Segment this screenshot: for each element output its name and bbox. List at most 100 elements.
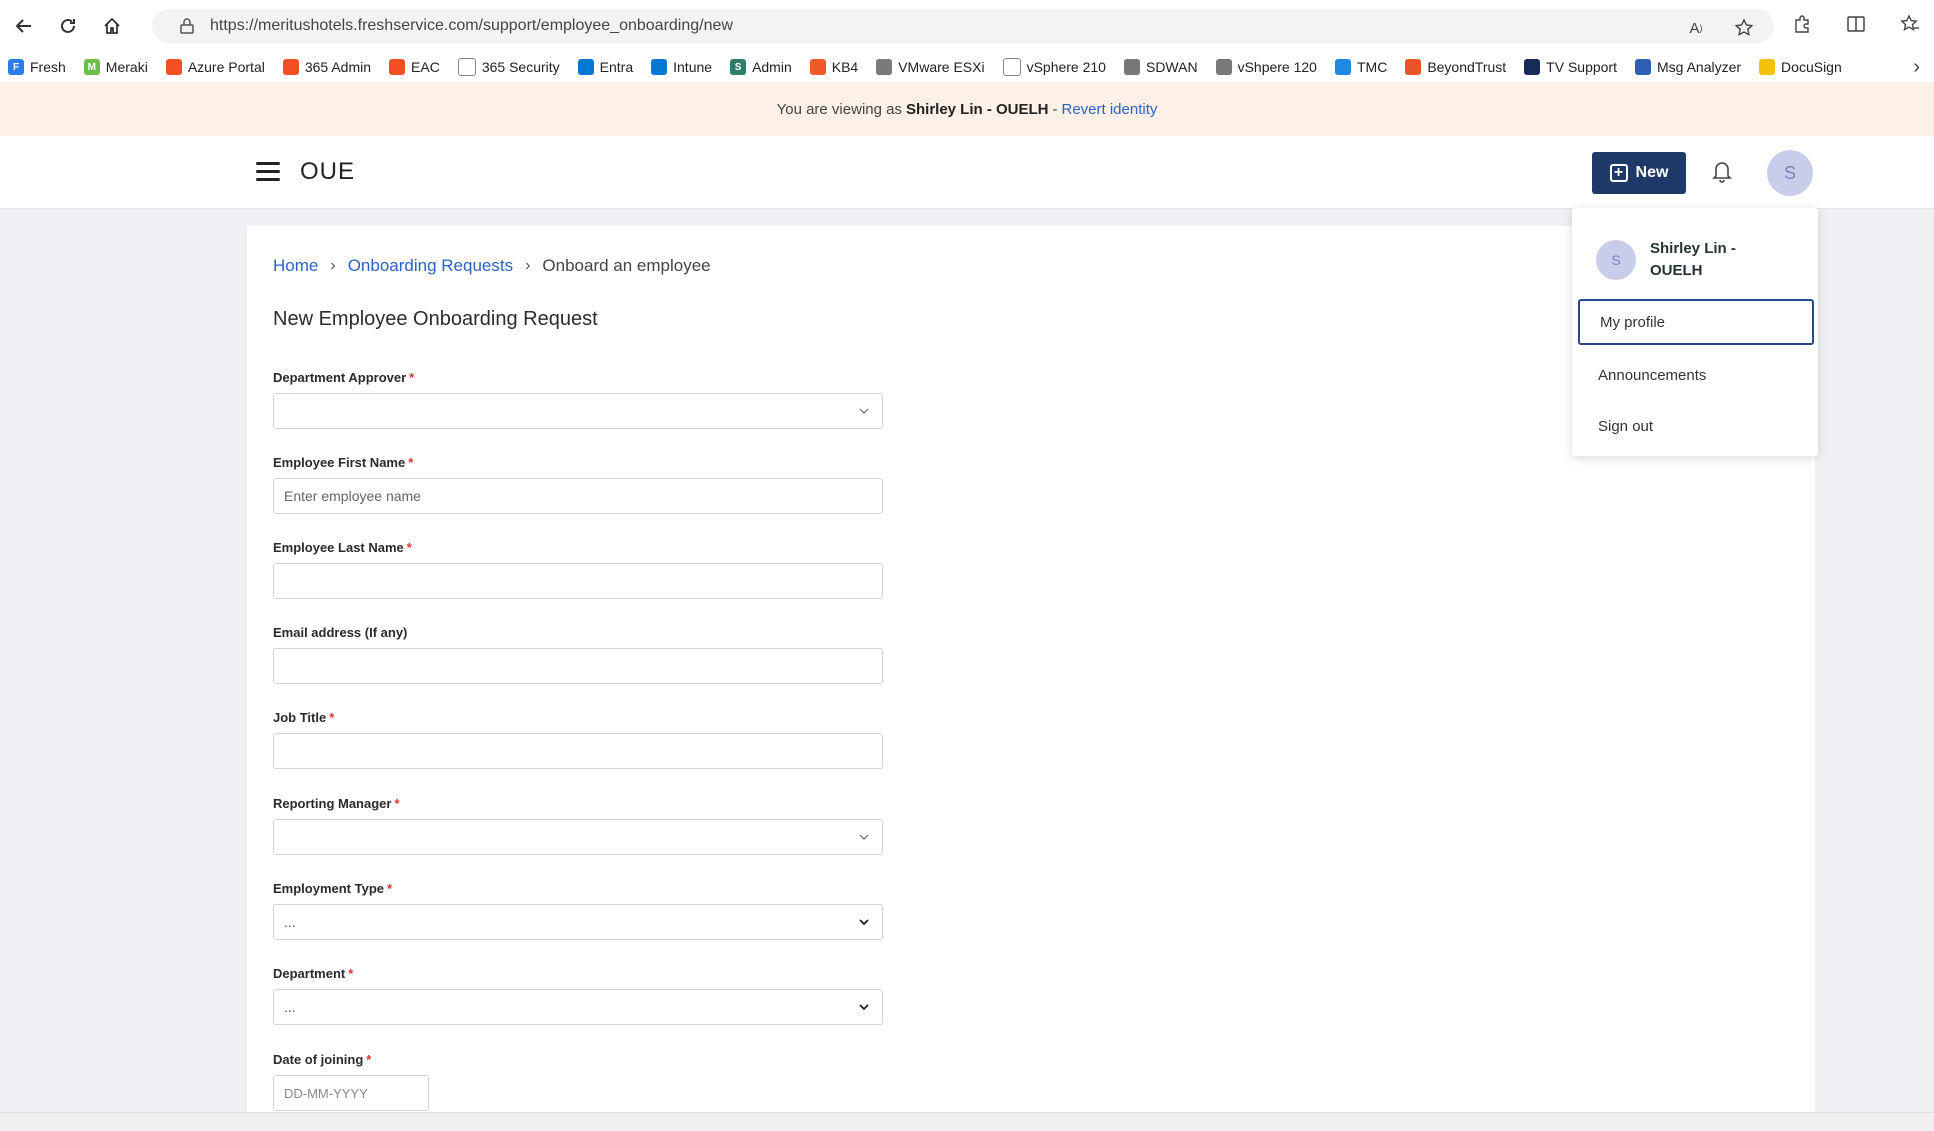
bookmark-item[interactable]: F Fresh <box>8 59 66 75</box>
bookmark-item[interactable]: EAC <box>389 59 440 75</box>
first-name-field: Employee First Name * Enter employee name <box>273 455 883 514</box>
date-of-joining-field: Date of joining * DD-MM-YYYY <box>273 1052 883 1111</box>
bookmark-favicon-icon <box>389 59 406 75</box>
employment-type-label: Employment Type * <box>273 881 393 896</box>
breadcrumb-onboarding-requests[interactable]: Onboarding Requests <box>348 256 513 276</box>
email-label: Email address (If any) <box>273 625 408 640</box>
bookmark-favicon-icon <box>1002 58 1021 76</box>
banner-dash: - <box>1052 100 1058 118</box>
bookmark-item[interactable]: 365 Security <box>457 58 560 76</box>
bookmark-item[interactable]: KB4 <box>809 59 859 75</box>
address-bar[interactable]: https://meritushotels.freshservice.com/s… <box>152 9 1774 43</box>
department-approver-field: Department Approver * <box>273 370 883 429</box>
bookmark-favicon-icon <box>651 59 668 75</box>
bookmark-item[interactable]: BeyondTrust <box>1405 59 1506 75</box>
bookmark-item[interactable]: TV Support <box>1524 59 1617 75</box>
bookmark-label: Fresh <box>30 59 66 75</box>
chevron-down-icon <box>858 1000 870 1014</box>
bookmark-label: Meraki <box>105 59 148 75</box>
bookmark-item[interactable]: DocuSign <box>1759 59 1842 75</box>
job-title-field: Job Title * <box>273 710 883 769</box>
bookmark-item[interactable]: S Admin <box>730 59 792 75</box>
extensions-icon[interactable] <box>1788 9 1816 39</box>
banner-user-name: Shirley Lin - OUELH <box>905 100 1049 118</box>
menu-item-sign-out[interactable]: Sign out <box>1578 403 1814 449</box>
employment-type-select[interactable]: ... <box>273 904 883 940</box>
department-select[interactable]: ... <box>273 989 883 1025</box>
bookmark-favicon-icon: S <box>730 59 747 75</box>
department-field: Department * ... <box>273 966 883 1025</box>
bookmark-item[interactable]: vShpere 120 <box>1215 59 1317 75</box>
chevron-right-icon: › <box>330 257 336 274</box>
bookmark-favicon-icon <box>282 59 299 75</box>
department-approver-select[interactable] <box>273 393 883 429</box>
browser-toolbar: https://meritushotels.freshservice.com/s… <box>0 0 1934 52</box>
bookmark-item[interactable]: Entra <box>577 59 634 75</box>
reload-icon[interactable] <box>48 6 88 46</box>
bookmark-label: Msg Analyzer <box>1657 59 1742 75</box>
bookmark-favicon-icon <box>577 59 594 75</box>
bookmark-item[interactable]: Azure Portal <box>165 59 265 75</box>
lock-icon <box>172 18 202 34</box>
bookmark-favicon-icon <box>1635 59 1651 75</box>
reporting-manager-select[interactable] <box>273 819 883 855</box>
reporting-manager-label: Reporting Manager * <box>273 796 400 811</box>
split-screen-icon[interactable] <box>1842 9 1870 39</box>
notification-bell-icon[interactable] <box>1710 158 1736 186</box>
bookmarks-bar: F Fresh M Meraki Azure Portal 365 Admin EAC 365… <box>0 52 1934 83</box>
last-name-input[interactable] <box>273 563 883 599</box>
profile-dropdown-user: S Shirley Lin - OUELH <box>1596 238 1750 282</box>
bookmark-favicon-icon <box>1524 59 1541 75</box>
bookmark-item[interactable]: Intune <box>651 59 712 75</box>
employment-type-field: Employment Type * ... <box>273 881 883 940</box>
favorites-icon[interactable] <box>1896 9 1924 39</box>
email-input[interactable] <box>273 648 883 684</box>
revert-identity-link[interactable]: Revert identity <box>1062 101 1158 118</box>
new-button[interactable]: + New <box>1592 152 1686 194</box>
bookmark-favicon-icon <box>457 58 476 76</box>
favorite-star-icon[interactable] <box>1730 13 1758 43</box>
bookmark-label: 365 Security <box>481 59 560 75</box>
chevron-right-icon[interactable]: › <box>1913 56 1920 79</box>
bookmark-favicon-icon <box>165 59 182 75</box>
bookmark-label: VMware ESXi <box>898 59 985 75</box>
home-icon[interactable] <box>92 6 132 46</box>
bookmark-item[interactable]: VMware ESXi <box>876 59 985 75</box>
department-approver-label: Department Approver * <box>273 370 415 385</box>
bookmark-favicon-icon <box>1334 59 1351 75</box>
job-title-label: Job Title * <box>273 710 335 725</box>
date-of-joining-input[interactable]: DD-MM-YYYY <box>273 1075 429 1111</box>
avatar: S <box>1596 240 1636 280</box>
bookmark-item[interactable]: vSphere 210 <box>1002 58 1106 76</box>
last-name-label: Employee Last Name * <box>273 540 412 555</box>
company-logo[interactable]: OUE <box>300 158 355 186</box>
job-title-input[interactable] <box>273 733 883 769</box>
email-field: Email address (If any) <box>273 625 883 684</box>
menu-item-my-profile[interactable]: My profile <box>1578 299 1814 345</box>
bookmark-item[interactable]: 365 Admin <box>282 59 372 75</box>
menu-icon[interactable] <box>256 162 280 186</box>
breadcrumb-home[interactable]: Home <box>273 256 318 276</box>
bookmark-label: KB4 <box>831 59 859 75</box>
back-icon[interactable] <box>4 6 44 46</box>
menu-item-announcements[interactable]: Announcements <box>1578 352 1814 398</box>
bookmark-item[interactable]: TMC <box>1334 59 1387 75</box>
chevron-down-icon <box>858 830 870 844</box>
profile-dropdown: S Shirley Lin - OUELH My profile Announc… <box>1572 208 1818 456</box>
department-label: Department * <box>273 966 354 981</box>
date-of-joining-label: Date of joining * <box>273 1052 372 1067</box>
first-name-input[interactable]: Enter employee name <box>273 478 883 514</box>
bookmark-label: EAC <box>411 59 440 75</box>
read-aloud-icon[interactable]: A) <box>1682 13 1710 43</box>
bookmark-item[interactable]: Msg Analyzer <box>1635 59 1741 75</box>
bookmark-label: SDWAN <box>1145 59 1198 75</box>
reporting-manager-field: Reporting Manager * <box>273 796 883 855</box>
user-avatar[interactable]: S <box>1767 150 1813 196</box>
bookmark-favicon-icon <box>1215 59 1232 75</box>
breadcrumb: Home › Onboarding Requests › Onboard an … <box>273 256 711 276</box>
bookmark-label: Entra <box>599 59 634 75</box>
bookmark-item[interactable]: SDWAN <box>1123 59 1198 75</box>
bookmark-label: DocuSign <box>1781 59 1842 75</box>
bookmark-item[interactable]: M Meraki <box>83 59 148 75</box>
bookmark-label: 365 Admin <box>304 59 372 75</box>
